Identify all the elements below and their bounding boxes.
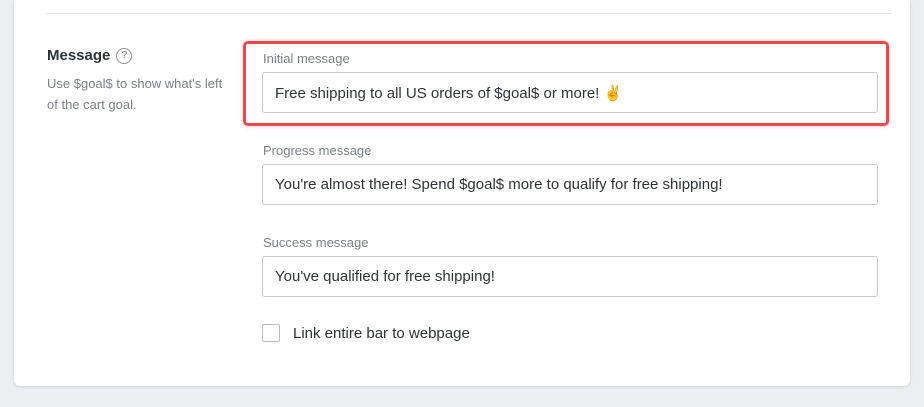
link-bar-checkbox-label: Link entire bar to webpage <box>293 324 470 342</box>
link-bar-checkbox[interactable] <box>262 324 280 342</box>
initial-message-input[interactable] <box>262 72 878 113</box>
success-message-label: Success message <box>263 235 369 250</box>
initial-message-label: Initial message <box>263 51 350 66</box>
progress-message-label: Progress message <box>263 143 372 158</box>
settings-card: Message ? Use $goal$ to show what's left… <box>14 0 910 386</box>
section-divider <box>46 13 892 14</box>
progress-message-input[interactable] <box>262 164 878 205</box>
section-header: Message ? <box>47 47 133 64</box>
link-bar-checkbox-row[interactable]: Link entire bar to webpage <box>262 324 470 342</box>
success-message-input[interactable] <box>262 256 878 297</box>
question-circle-icon[interactable]: ? <box>116 47 133 64</box>
section-title: Message <box>47 47 111 64</box>
section-description: Use $goal$ to show what's left of the ca… <box>47 76 223 112</box>
